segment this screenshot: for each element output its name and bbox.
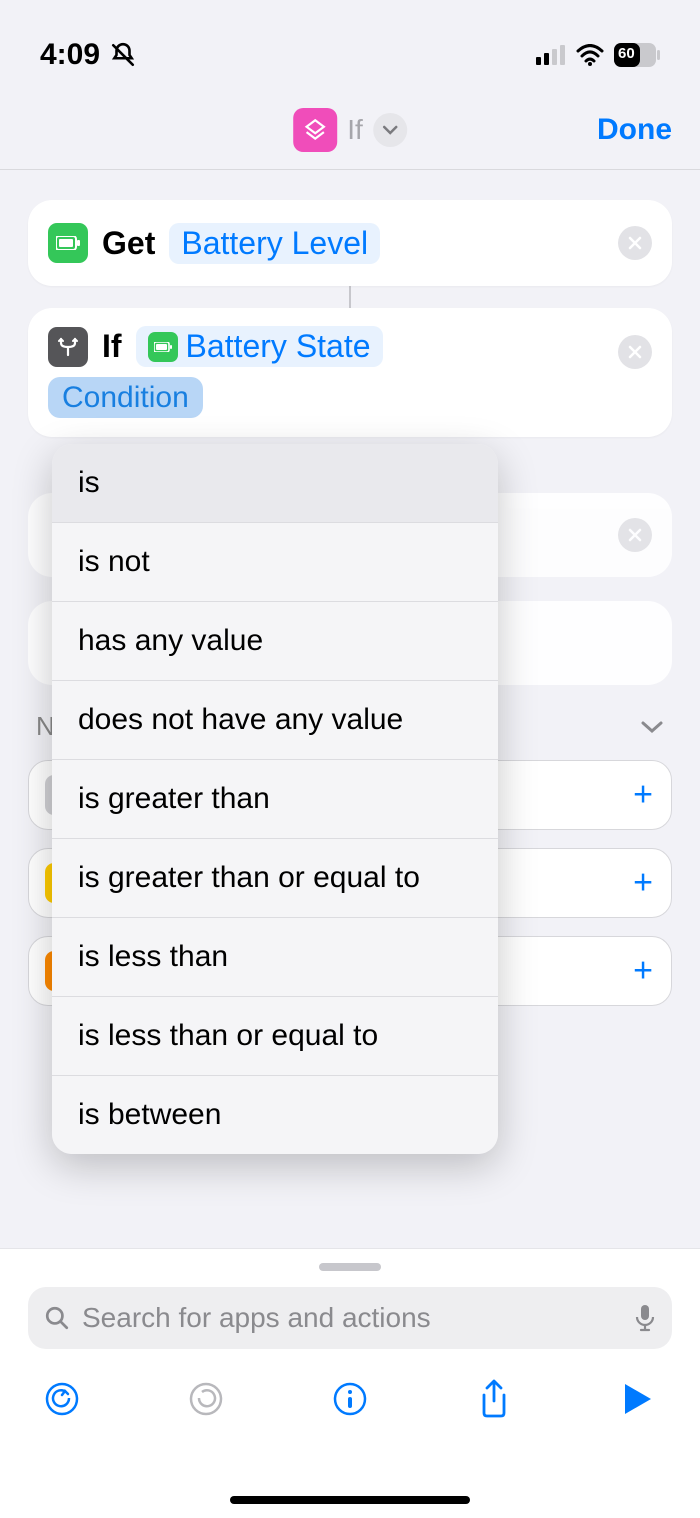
redo-button[interactable]	[184, 1377, 228, 1421]
wifi-icon	[576, 44, 604, 66]
nav-title-group[interactable]: If	[293, 108, 407, 152]
conditional-icon	[48, 327, 88, 367]
play-button[interactable]	[616, 1377, 660, 1421]
search-placeholder: Search for apps and actions	[82, 1302, 622, 1334]
delete-button[interactable]	[618, 518, 652, 552]
dropdown-item-less[interactable]: is less than	[52, 918, 498, 997]
nav-header: If Done	[0, 90, 700, 170]
delete-action-button[interactable]	[618, 226, 652, 260]
panel-grabber[interactable]	[319, 1263, 381, 1271]
done-button[interactable]: Done	[597, 113, 672, 147]
condition-pill[interactable]: Condition	[48, 377, 203, 418]
dropdown-item-no-value[interactable]: does not have any value	[52, 681, 498, 760]
info-button[interactable]	[328, 1377, 372, 1421]
battery-level-pill[interactable]: Battery Level	[169, 223, 380, 264]
action-card-get-battery[interactable]: Get Battery Level	[28, 200, 672, 286]
dropdown-item-between[interactable]: is between	[52, 1076, 498, 1154]
connector-line	[349, 286, 351, 308]
battery-icon: 60	[614, 43, 660, 67]
action-card-if[interactable]: If Battery State Condition	[28, 308, 672, 437]
action-verb: Get	[102, 225, 155, 262]
status-bar: 4:09 60	[0, 0, 700, 90]
condition-dropdown: is is not has any value does not have an…	[52, 444, 498, 1154]
status-time: 4:09	[40, 38, 100, 72]
battery-app-icon	[48, 223, 88, 263]
dropdown-item-has-any-value[interactable]: has any value	[52, 602, 498, 681]
chevron-down-icon[interactable]	[373, 113, 407, 147]
search-icon	[44, 1305, 70, 1331]
status-right: 60	[536, 43, 660, 67]
silent-icon	[110, 42, 136, 68]
dropdown-item-is-not[interactable]: is not	[52, 523, 498, 602]
nav-title: If	[347, 114, 363, 146]
add-suggestion-icon[interactable]: +	[633, 776, 653, 815]
battery-state-pill[interactable]: Battery State	[136, 326, 383, 367]
dropdown-item-greater[interactable]: is greater than	[52, 760, 498, 839]
dropdown-item-greater-eq[interactable]: is greater than or equal to	[52, 839, 498, 918]
add-suggestion-icon[interactable]: +	[633, 864, 653, 903]
dropdown-item-is[interactable]: is	[52, 444, 498, 523]
home-indicator[interactable]	[230, 1496, 470, 1504]
bottom-toolbar	[0, 1377, 700, 1421]
search-field[interactable]: Search for apps and actions	[28, 1287, 672, 1349]
mic-icon[interactable]	[634, 1304, 656, 1332]
bottom-panel: Search for apps and actions	[0, 1248, 700, 1518]
chevron-down-icon[interactable]	[640, 720, 664, 734]
cellular-icon	[536, 45, 566, 65]
undo-button[interactable]	[40, 1377, 84, 1421]
add-suggestion-icon[interactable]: +	[633, 952, 653, 991]
if-verb: If	[102, 328, 122, 365]
if-app-icon	[293, 108, 337, 152]
delete-if-button[interactable]	[618, 335, 652, 369]
battery-mini-icon	[148, 332, 178, 362]
share-button[interactable]	[472, 1377, 516, 1421]
status-left: 4:09	[40, 38, 136, 72]
battery-pct: 60	[618, 45, 635, 62]
dropdown-item-less-eq[interactable]: is less than or equal to	[52, 997, 498, 1076]
